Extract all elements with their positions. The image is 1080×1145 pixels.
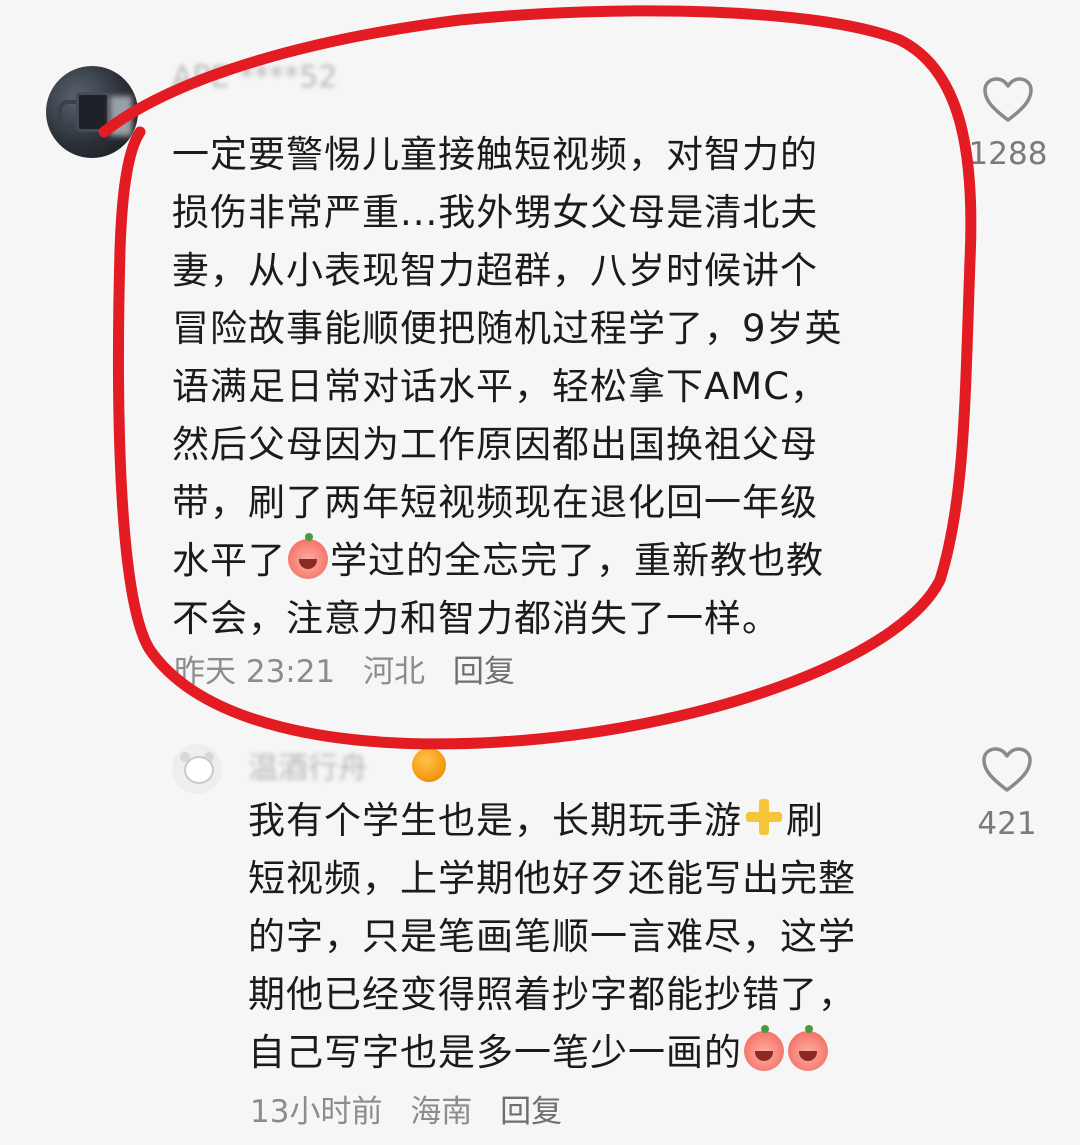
username[interactable]: APE ****52 [172, 60, 337, 95]
reply-button[interactable]: 回复 [500, 1094, 562, 1130]
reply-button[interactable]: 回复 [453, 654, 515, 690]
comment-line-with-emoji: 自己写字也是多一笔少一画的 [248, 1024, 856, 1082]
comment-line-part: 自己写字也是多一笔少一画的 [248, 1031, 742, 1074]
username[interactable]: 温酒行舟 [248, 743, 368, 787]
heart-outline-icon [983, 77, 1033, 122]
crying-emoji-icon [744, 1025, 784, 1071]
like-count: 1288 [968, 136, 1048, 172]
comment-line-part: 刷 [786, 799, 824, 842]
comment-line: 冒险故事能顺便把随机过程学了，9岁英 [172, 307, 843, 350]
comment-line: 妻，从小表现智力超群，八岁时候讲个 [172, 249, 818, 292]
comment-line: 然后父母因为工作原因都出国换祖父母 [172, 423, 818, 466]
comment-line: 的字，只是笔画笔顺一言难尽，这学 [248, 915, 856, 958]
avatar[interactable] [46, 66, 138, 158]
crying-emoji-icon [288, 533, 328, 579]
comment-body: 我有个学生也是，长期玩手游 刷 短视频，上学期他好歹还能写出完整 的字，只是笔画笔… [248, 792, 856, 1082]
avatar-face [184, 756, 214, 784]
comment-time: 昨天 23:21 [174, 654, 336, 690]
comment-line: 期他已经变得照着抄字都能抄错了， [248, 973, 856, 1016]
blurred-patch [110, 96, 132, 136]
crying-emoji-icon [788, 1025, 828, 1071]
comment-line: 不会，注意力和智力都消失了一样。 [172, 597, 780, 640]
comment-line-part: 水平了 [172, 539, 286, 582]
comment-line: 一定要警惕儿童接触短视频，对智力的 [172, 133, 818, 176]
like-button[interactable]: 421 [962, 746, 1052, 842]
comment-meta: 13小时前 海南 回复 [250, 1086, 580, 1131]
like-button[interactable]: 1288 [963, 76, 1053, 172]
plus-emoji-icon [744, 797, 784, 837]
comment-time: 13小时前 [250, 1094, 383, 1130]
comment-line: 带，刷了两年短视频现在退化回一年级 [172, 481, 818, 524]
comment-body: 一定要警惕儿童接触短视频，对智力的 损伤非常严重...我外甥女父母是清北夫 妻，… [172, 126, 843, 648]
comment-line: 损伤非常严重...我外甥女父母是清北夫 [172, 191, 819, 234]
avatar[interactable] [172, 744, 222, 794]
comment-meta: 昨天 23:21 河北 回复 [174, 646, 533, 691]
comment-line-with-emoji: 我有个学生也是，长期玩手游 刷 [248, 792, 856, 850]
comment-location: 海南 [410, 1094, 473, 1130]
heart-outline-icon [982, 747, 1032, 792]
like-count: 421 [977, 806, 1037, 842]
comment-line: 语满足日常对话水平，轻松拿下AMC， [172, 365, 829, 408]
comment-line-with-emoji: 水平了 学过的全忘完了，重新教也教 [172, 532, 843, 590]
comment-line-part: 我有个学生也是，长期玩手游 [248, 799, 742, 842]
comment-location: 河北 [363, 654, 426, 690]
comment-line: 短视频，上学期他好歹还能写出完整 [248, 857, 856, 900]
mug-shape [76, 92, 110, 132]
orange-badge-icon [412, 748, 446, 782]
comment-line-part: 学过的全忘完了，重新教也教 [330, 539, 824, 582]
